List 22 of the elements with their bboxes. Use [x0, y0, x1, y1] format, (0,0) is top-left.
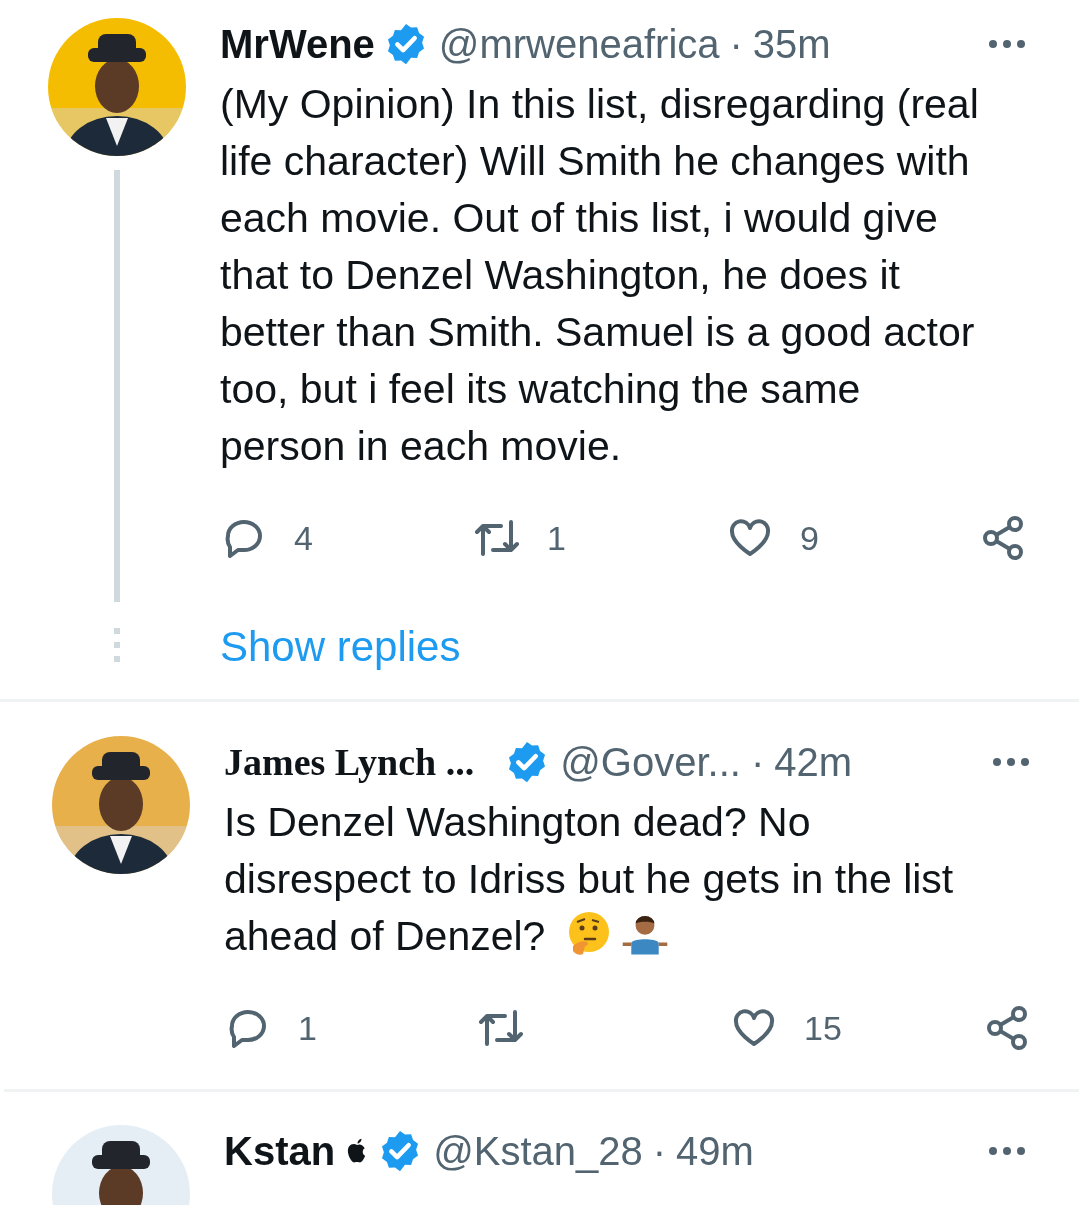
separator-dot: · — [729, 21, 743, 67]
more-options-icon[interactable] — [987, 38, 1027, 50]
like-count: 9 — [800, 518, 819, 558]
timestamp[interactable]: 49m — [676, 1128, 754, 1174]
user-handle[interactable]: @Gover... — [560, 739, 741, 785]
user-name[interactable]: Kstan — [224, 1128, 336, 1174]
user-handle[interactable]: @Kstan_28 — [433, 1128, 643, 1174]
more-options-icon[interactable] — [991, 756, 1031, 768]
more-options-icon[interactable] — [987, 1145, 1027, 1157]
separator-dot: · — [652, 1128, 667, 1174]
repost-count: 1 — [547, 518, 566, 558]
like-count: 15 — [804, 1008, 842, 1048]
user-name[interactable]: James Lynch ... — [224, 740, 475, 784]
tweet-text: Is Denzel Washington dead? No disrespect to Idriss but he gets in the list ahead of Denzel? — [224, 798, 955, 961]
reply-count: 1 — [298, 1008, 317, 1048]
user-handle[interactable]: @mrweneafrica — [438, 21, 720, 67]
tweet-text: (My Opinion) In this list, disregarding (real life character) Will Smith he changes with each movie. Out of this list, i would give that to Denzel Washington, he does it better than Smith. Samuel is a good actor too, but i feel its watching the same person in each movie. — [220, 80, 980, 471]
user-name[interactable]: MrWene — [220, 21, 375, 67]
timestamp[interactable]: 35m — [752, 21, 831, 67]
reply-count: 4 — [294, 518, 313, 558]
timestamp[interactable]: 42m — [774, 739, 852, 785]
separator-dot: · — [750, 739, 765, 785]
